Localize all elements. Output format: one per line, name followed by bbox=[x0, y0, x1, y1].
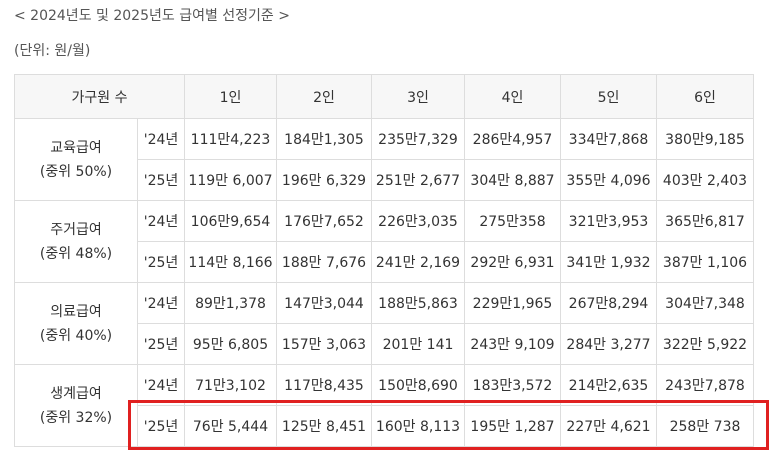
year-label: '25년 bbox=[137, 241, 185, 283]
category-livelihood: 생계급여 (중위 32%) bbox=[14, 364, 138, 447]
header-row: 가구원 수 1인 2인 3인 4인 5인 6인 bbox=[14, 74, 754, 119]
category-sub: (중위 40%) bbox=[39, 327, 113, 344]
table-cell: 196만 6,329 bbox=[276, 159, 372, 201]
table-cell: 243만7,878 bbox=[656, 364, 754, 406]
table-cell: 111만4,223 bbox=[184, 118, 277, 160]
table-cell: 267만8,294 bbox=[560, 282, 657, 324]
table-cell: 184만1,305 bbox=[276, 118, 372, 160]
year-label: '25년 bbox=[137, 159, 185, 201]
table-cell: 227만 4,621 bbox=[560, 405, 657, 447]
table-cell: 286만4,957 bbox=[464, 118, 561, 160]
table-cell: 106만9,654 bbox=[184, 200, 277, 242]
table-cell: 403만 2,403 bbox=[656, 159, 754, 201]
table-cell: 188만5,863 bbox=[371, 282, 465, 324]
table-cell: 183만3,572 bbox=[464, 364, 561, 406]
table-cell: 387만 1,106 bbox=[656, 241, 754, 283]
table-cell: 355만 4,096 bbox=[560, 159, 657, 201]
table-row: 의료급여 (중위 40%) '24년 89만1,378 147만3,044 18… bbox=[14, 282, 754, 365]
category-medical: 의료급여 (중위 40%) bbox=[14, 282, 138, 365]
table-cell: 176만7,652 bbox=[276, 200, 372, 242]
category-name: 의료급여 bbox=[50, 303, 102, 320]
table-cell: 229만1,965 bbox=[464, 282, 561, 324]
table-cell: 214만2,635 bbox=[560, 364, 657, 406]
table-cell: 195만 1,287 bbox=[464, 405, 561, 447]
table-cell: 71만3,102 bbox=[184, 364, 277, 406]
header-household-size: 가구원 수 bbox=[14, 74, 185, 119]
criteria-table: 가구원 수 1인 2인 3인 4인 5인 6인 교육급여 (중위 50%) '2… bbox=[14, 74, 754, 447]
table-cell: 275만358 bbox=[464, 200, 561, 242]
category-name: 생계급여 bbox=[50, 385, 102, 402]
table-cell: 365만6,817 bbox=[656, 200, 754, 242]
header-col-3: 3인 bbox=[371, 74, 465, 119]
table-cell: 304만 8,887 bbox=[464, 159, 561, 201]
category-name: 교육급여 bbox=[50, 139, 102, 156]
table-cell: 321만3,953 bbox=[560, 200, 657, 242]
table-cell: 157만 3,063 bbox=[276, 323, 372, 365]
table-cell: 95만 6,805 bbox=[184, 323, 277, 365]
table-cell: 150만8,690 bbox=[371, 364, 465, 406]
header-col-2: 2인 bbox=[276, 74, 372, 119]
category-name: 주거급여 bbox=[50, 221, 102, 238]
table-cell: 341만 1,932 bbox=[560, 241, 657, 283]
table-cell: 188만 7,676 bbox=[276, 241, 372, 283]
category-sub: (중위 50%) bbox=[39, 163, 113, 180]
header-col-5: 5인 bbox=[560, 74, 657, 119]
table-cell: 160만 8,113 bbox=[371, 405, 465, 447]
year-label: '24년 bbox=[137, 118, 185, 160]
table-cell: 235만7,329 bbox=[371, 118, 465, 160]
table-row: 주거급여 (중위 48%) '24년 106만9,654 176만7,652 2… bbox=[14, 200, 754, 283]
category-sub: (중위 32%) bbox=[39, 409, 113, 426]
year-label: '24년 bbox=[137, 282, 185, 324]
year-label: '25년 bbox=[137, 405, 185, 447]
category-sub: (중위 48%) bbox=[39, 245, 113, 262]
table-cell: 119만 6,007 bbox=[184, 159, 277, 201]
header-col-1: 1인 bbox=[184, 74, 277, 119]
header-col-6: 6인 bbox=[656, 74, 754, 119]
table-cell: 76만 5,444 bbox=[184, 405, 277, 447]
year-label: '25년 bbox=[137, 323, 185, 365]
table-cell: 243만 9,109 bbox=[464, 323, 561, 365]
table-cell: 201만 141 bbox=[371, 323, 465, 365]
table-cell: 258만 738 bbox=[656, 405, 754, 447]
year-label: '24년 bbox=[137, 364, 185, 406]
unit-note: (단위: 원/월) bbox=[14, 43, 91, 59]
table-cell: 251만 2,677 bbox=[371, 159, 465, 201]
table-cell: 304만7,348 bbox=[656, 282, 754, 324]
table-caption: < 2024년도 및 2025년도 급여별 선정기준 > bbox=[14, 8, 290, 24]
header-col-4: 4인 bbox=[464, 74, 561, 119]
table-cell: 117만8,435 bbox=[276, 364, 372, 406]
table-cell: 380만9,185 bbox=[656, 118, 754, 160]
table-cell: 284만 3,277 bbox=[560, 323, 657, 365]
table-cell: 292만 6,931 bbox=[464, 241, 561, 283]
table-cell: 226만3,035 bbox=[371, 200, 465, 242]
table-cell: 322만 5,922 bbox=[656, 323, 754, 365]
table-row: 생계급여 (중위 32%) '24년 71만3,102 117만8,435 15… bbox=[14, 364, 754, 447]
table-cell: 147만3,044 bbox=[276, 282, 372, 324]
table-row: 교육급여 (중위 50%) '24년 111만4,223 184만1,305 2… bbox=[14, 118, 754, 201]
table-cell: 334만7,868 bbox=[560, 118, 657, 160]
table-cell: 89만1,378 bbox=[184, 282, 277, 324]
category-education: 교육급여 (중위 50%) bbox=[14, 118, 138, 201]
table-cell: 125만 8,451 bbox=[276, 405, 372, 447]
table-cell: 241만 2,169 bbox=[371, 241, 465, 283]
table-cell: 114만 8,166 bbox=[184, 241, 277, 283]
category-housing: 주거급여 (중위 48%) bbox=[14, 200, 138, 283]
year-label: '24년 bbox=[137, 200, 185, 242]
